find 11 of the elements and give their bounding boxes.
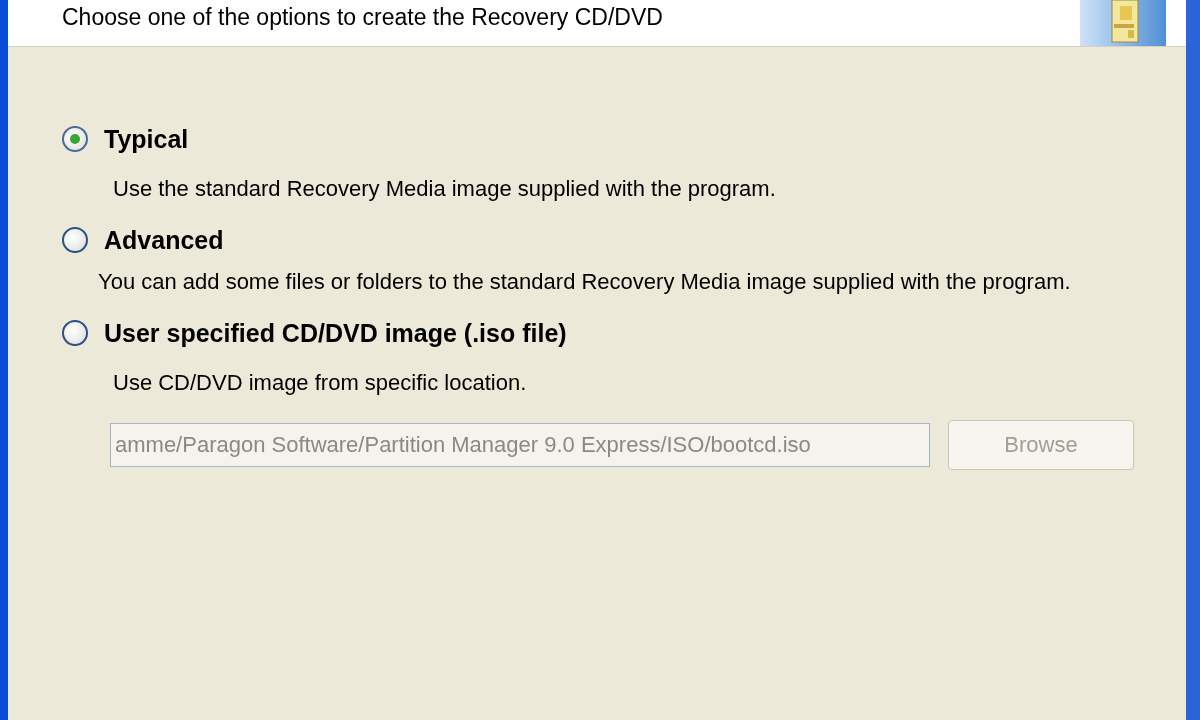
radio-option[interactable]: Typical: [62, 119, 189, 159]
radio-button[interactable]: [62, 227, 88, 253]
wizard-logo-icon: [1080, 0, 1166, 46]
radio-button[interactable]: [62, 126, 88, 152]
option-description: Use the standard Recovery Media image supplied with the program.: [113, 175, 777, 203]
radio-option[interactable]: User specified CD/DVD image (.iso file): [62, 313, 567, 353]
option-description: You can add some files or folders to the standard Recovery Media image supplied with the program.: [98, 268, 1072, 296]
option-description: Use CD/DVD image from specific location.: [113, 369, 528, 397]
header-subtitle: Choose one of the options to create the Recovery CD/DVD: [62, 4, 663, 31]
radio-button[interactable]: [62, 320, 88, 346]
radio-option[interactable]: Advanced: [62, 220, 224, 260]
